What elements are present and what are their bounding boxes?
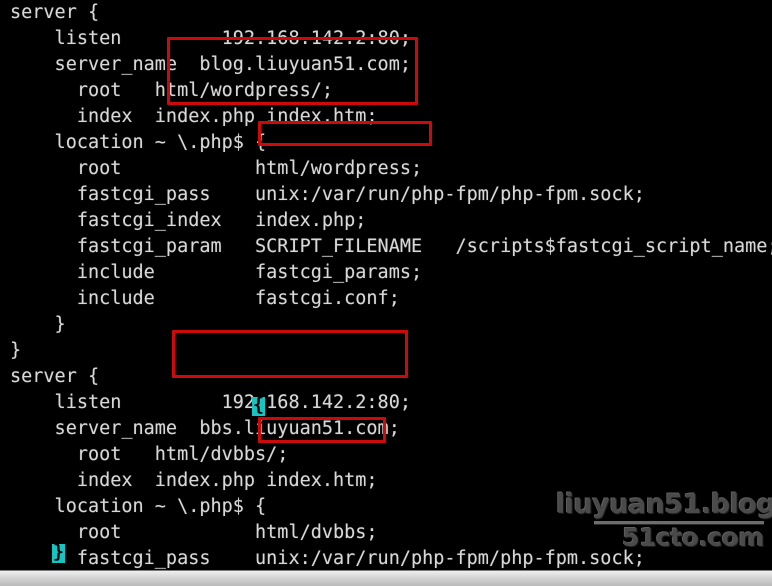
open-brace-cursor: { — [252, 395, 265, 416]
code-line: server_name blog.liuyuan51.com; — [10, 54, 411, 75]
code-line: server { — [10, 2, 100, 23]
terminal-window[interactable]: server { listen 192.168.142.2:80; server… — [0, 0, 772, 570]
code-line: fastcgi_param SCRIPT_FILENAME /scripts$f… — [10, 236, 772, 257]
screen: server { listen 192.168.142.2:80; server… — [0, 0, 772, 586]
code-line: server { — [10, 366, 100, 387]
code-line: } — [10, 340, 22, 361]
code-line: location ~ \.php$ { — [10, 132, 267, 153]
code-line: index index.php index.htm; — [10, 106, 378, 127]
code-line: root html/dvbbs/; — [10, 444, 289, 465]
status-bar — [0, 570, 772, 586]
code-line: index index.php index.htm; — [10, 470, 378, 491]
code-line: root html/wordpress; — [10, 158, 423, 179]
code-line: server_name bbs.liuyuan51.com; — [10, 418, 400, 439]
code-line: root html/dvbbs; — [10, 522, 378, 543]
code-line: include fastcgi.conf; — [10, 288, 400, 309]
status-bar-fill — [0, 571, 772, 586]
code-line: fastcgi_pass unix:/var/run/php-fpm/php-f… — [10, 548, 645, 569]
config-text-area[interactable]: server { listen 192.168.142.2:80; server… — [10, 0, 772, 570]
code-line: fastcgi_index index.php; — [10, 210, 367, 231]
code-line: fastcgi_pass unix:/var/run/php-fpm/php-f… — [10, 184, 645, 205]
code-line: listen 192.168.142.2:80; — [10, 392, 411, 413]
open-brace-cursor-char: { — [252, 395, 265, 416]
close-brace-cursor: } — [52, 542, 65, 563]
code-line: root html/wordpress/; — [10, 80, 334, 101]
code-line: include fastcgi_params; — [10, 262, 423, 283]
code-line: location ~ \.php$ { — [10, 496, 267, 517]
code-line: listen 192.168.142.2:80; — [10, 28, 411, 49]
close-brace-cursor-char: } — [52, 542, 65, 563]
code-line: } — [10, 314, 66, 335]
